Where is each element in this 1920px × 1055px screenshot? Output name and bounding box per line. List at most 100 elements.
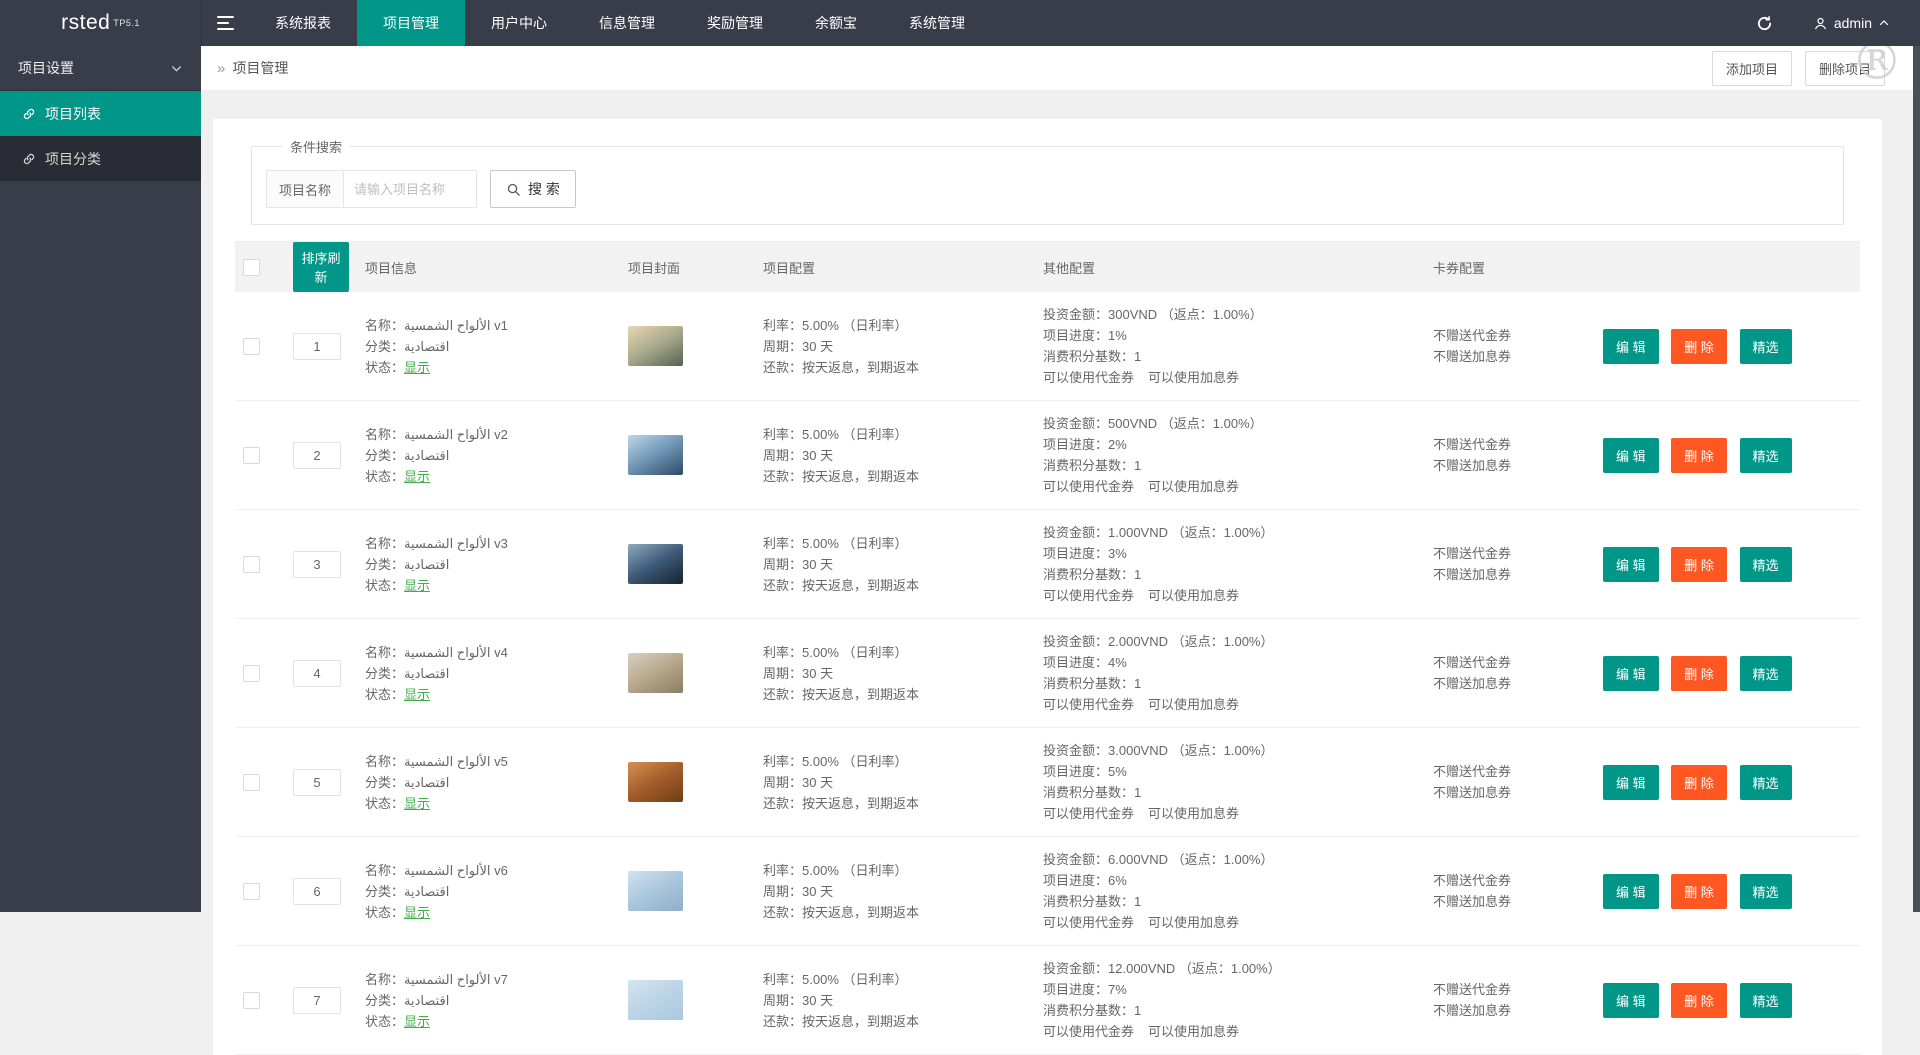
hamburger-icon[interactable]: [201, 0, 249, 46]
rebate-note: （返点：1.00%）: [1160, 307, 1263, 322]
project-name-label: 项目名称: [266, 170, 345, 208]
rate-value: 5.00%: [802, 644, 839, 660]
column-header-config: 项目配置: [755, 241, 1035, 292]
featured-button[interactable]: 精选: [1739, 982, 1792, 1018]
nav-item-2[interactable]: 用户中心: [465, 0, 573, 46]
status-toggle-link[interactable]: 显示: [404, 905, 430, 920]
nav-item-4[interactable]: 奖励管理: [681, 0, 789, 46]
rate-label: 利率：: [763, 644, 803, 660]
nav-item-1[interactable]: 项目管理: [357, 0, 465, 46]
search-button[interactable]: 搜 索: [490, 170, 576, 208]
nav-item-0[interactable]: 系统报表: [249, 0, 357, 46]
delete-button[interactable]: 删 除: [1671, 546, 1727, 582]
row-checkbox[interactable]: [243, 882, 260, 900]
nav-item-5[interactable]: 余额宝: [789, 0, 883, 46]
featured-button[interactable]: 精选: [1739, 437, 1792, 473]
user-menu[interactable]: admin: [1795, 0, 1920, 46]
status-toggle-link[interactable]: 显示: [404, 578, 430, 593]
order-input[interactable]: [293, 877, 341, 905]
row-checkbox[interactable]: [243, 337, 260, 355]
rate-value: 5.00%: [802, 317, 839, 333]
search-legend: 条件搜索: [290, 140, 343, 155]
edit-button[interactable]: 编 辑: [1603, 437, 1659, 473]
order-input[interactable]: [293, 986, 341, 1014]
order-input[interactable]: [293, 768, 341, 796]
status-toggle-link[interactable]: 显示: [404, 796, 430, 811]
row-checkbox[interactable]: [243, 446, 260, 464]
row-checkbox[interactable]: [243, 773, 260, 791]
delete-button[interactable]: 删 除: [1671, 655, 1727, 691]
points-value: 1: [1134, 676, 1142, 691]
sidebar-group-project-settings[interactable]: 项目设置: [0, 46, 201, 91]
order-input[interactable]: [293, 332, 341, 360]
delete-button[interactable]: 删 除: [1671, 328, 1727, 364]
chevron-down-icon: [172, 65, 181, 72]
table-body: 名称：الألواح الشمسية v1 分类：اقتصادية 状态：显示 …: [235, 292, 1860, 1055]
refresh-icon: [1757, 15, 1771, 30]
nav-item-6[interactable]: 系统管理: [883, 0, 991, 46]
featured-button[interactable]: 精选: [1739, 655, 1792, 691]
sort-refresh-button[interactable]: 排序刷新: [293, 242, 349, 292]
repay-label: 还款：: [763, 468, 803, 484]
delete-button[interactable]: 删 除: [1671, 437, 1727, 473]
select-all-checkbox[interactable]: [243, 258, 260, 276]
featured-button[interactable]: 精选: [1739, 873, 1792, 909]
points-label: 消费积分基数：: [1043, 1003, 1135, 1018]
nav-item-3[interactable]: 信息管理: [573, 0, 681, 46]
row-checkbox[interactable]: [243, 991, 260, 1009]
order-input[interactable]: [293, 441, 341, 469]
amount-label: 投资金额：: [1043, 743, 1109, 758]
order-input[interactable]: [293, 550, 341, 578]
featured-button[interactable]: 精选: [1739, 546, 1792, 582]
edit-button[interactable]: 编 辑: [1603, 982, 1659, 1018]
edit-button[interactable]: 编 辑: [1603, 328, 1659, 364]
period-label: 周期：: [763, 338, 803, 354]
project-name: الألواح الشمسية v5: [404, 753, 508, 769]
progress-value: 1%: [1108, 328, 1127, 343]
order-input[interactable]: [293, 659, 341, 687]
delete-button[interactable]: 删 除: [1671, 873, 1727, 909]
project-cover-image: [628, 762, 683, 802]
vertical-scrollbar[interactable]: [1913, 46, 1920, 912]
status-label: 状态：: [365, 1013, 405, 1029]
no-voucher-gift: 不赠送代金券: [1433, 546, 1512, 561]
refresh-button[interactable]: [1734, 0, 1795, 46]
rebate-note: （返点：1.00%）: [1171, 634, 1274, 649]
project-name-input[interactable]: [344, 170, 478, 208]
featured-button[interactable]: 精选: [1739, 328, 1792, 364]
points-value: 1: [1134, 1003, 1142, 1018]
can-use-interest-coupon: 可以使用加息券: [1148, 806, 1240, 821]
status-toggle-link[interactable]: 显示: [404, 469, 430, 484]
add-project-button[interactable]: 添加项目: [1711, 50, 1792, 86]
sidebar-item-1[interactable]: 项目分类: [0, 136, 201, 181]
can-use-voucher: 可以使用代金券: [1043, 370, 1135, 385]
status-toggle-link[interactable]: 显示: [404, 687, 430, 702]
rate-note: （日利率）: [842, 535, 908, 551]
featured-button[interactable]: 精选: [1739, 764, 1792, 800]
table-header-row: 排序刷新 项目信息 项目封面 项目配置 其他配置 卡券配置: [235, 241, 1860, 292]
edit-button[interactable]: 编 辑: [1603, 873, 1659, 909]
sidebar-item-0[interactable]: 项目列表: [0, 91, 201, 136]
row-checkbox[interactable]: [243, 664, 260, 682]
can-use-interest-coupon: 可以使用加息券: [1148, 479, 1240, 494]
delete-button[interactable]: 删 除: [1671, 764, 1727, 800]
progress-value: 7%: [1108, 982, 1127, 997]
rate-label: 利率：: [763, 535, 803, 551]
edit-button[interactable]: 编 辑: [1603, 764, 1659, 800]
progress-label: 项目进度：: [1043, 655, 1109, 670]
edit-button[interactable]: 编 辑: [1603, 655, 1659, 691]
rate-note: （日利率）: [842, 753, 908, 769]
delete-project-button[interactable]: 删除项目: [1804, 50, 1885, 86]
edit-button[interactable]: 编 辑: [1603, 546, 1659, 582]
delete-button[interactable]: 删 除: [1671, 982, 1727, 1018]
rate-label: 利率：: [763, 753, 803, 769]
project-category: اقتصادية: [404, 774, 450, 790]
rate-label: 利率：: [763, 862, 803, 878]
status-toggle-link[interactable]: 显示: [404, 1014, 430, 1029]
status-toggle-link[interactable]: 显示: [404, 360, 430, 375]
no-voucher-gift: 不赠送代金券: [1433, 764, 1512, 779]
row-checkbox[interactable]: [243, 555, 260, 573]
progress-label: 项目进度：: [1043, 437, 1109, 452]
category-label: 分类：: [365, 774, 405, 790]
repay-value: 按天返息，到期返本: [802, 359, 920, 375]
